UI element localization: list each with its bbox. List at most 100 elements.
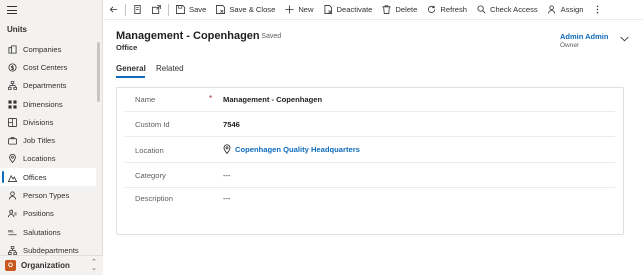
trash-icon	[382, 5, 391, 14]
person-types-icon	[8, 191, 17, 200]
sidebar-item-label: Dimensions	[23, 99, 63, 109]
active-tab-indicator	[116, 76, 145, 78]
owner-label: Owner	[560, 42, 580, 49]
sidebar-item-label: Salutations	[23, 227, 61, 237]
description-input[interactable]: ---	[223, 194, 231, 203]
location-lookup-link[interactable]: Copenhagen Quality Headquarters	[223, 144, 360, 154]
svg-text:Mr.: Mr.	[8, 228, 14, 233]
category-field: Category ---	[125, 164, 615, 188]
required-asterisk: *	[209, 94, 213, 103]
save-close-icon	[216, 5, 226, 14]
deactivate-icon	[324, 5, 332, 14]
save-label: Save	[189, 5, 207, 14]
job-titles-icon	[8, 136, 17, 145]
sidebar-item-label: Locations	[23, 154, 56, 164]
sidebar-item-label: Departments	[23, 81, 67, 91]
name-field: Name * Management - Copenhagen	[125, 88, 615, 112]
dimensions-icon	[8, 99, 17, 109]
record-title: Management - Copenhagen	[116, 30, 260, 42]
delete-label: Delete	[395, 5, 418, 14]
sidebar-item-job-titles[interactable]: Job Titles	[0, 131, 96, 149]
sidebar-nav: Companies Cost Centers Departments Dimen…	[0, 40, 96, 260]
tab-general[interactable]: General	[116, 64, 146, 73]
divisions-icon	[8, 117, 17, 127]
sidebar-item-label: Cost Centers	[23, 62, 68, 72]
save-close-button[interactable]: Save & Close	[211, 0, 280, 20]
field-label: Description	[135, 194, 173, 203]
more-vertical-icon	[597, 5, 599, 14]
open-new-window-button[interactable]	[147, 0, 166, 20]
sidebar-item-label: Divisions	[23, 117, 54, 127]
record-save-status: - Saved	[257, 33, 282, 40]
sidebar-item-label: Subdepartments	[23, 245, 79, 255]
sidebar-item-cost-centers[interactable]: Cost Centers	[0, 58, 96, 76]
divider	[125, 3, 126, 16]
field-label: Location	[135, 146, 164, 155]
command-bar: Save Save & Close New Deactivate Delete …	[104, 0, 643, 20]
sidebar-item-locations[interactable]: Locations	[0, 150, 96, 168]
chevron-down-icon[interactable]	[620, 36, 629, 42]
owner-link[interactable]: Admin Admin	[560, 32, 608, 41]
sidebar-item-salutations[interactable]: Mr. Salutations	[0, 223, 96, 241]
refresh-button[interactable]: Refresh	[422, 0, 472, 20]
sidebar-item-companies[interactable]: Companies	[0, 40, 96, 58]
sidebar-item-dimensions[interactable]: Dimensions	[0, 95, 96, 113]
field-label: Name	[135, 95, 156, 104]
sidebar-item-label: Person Types	[23, 191, 70, 201]
save-button[interactable]: Save	[171, 0, 211, 20]
positions-icon	[8, 209, 17, 218]
arrow-left-icon	[109, 6, 118, 13]
delete-button[interactable]: Delete	[377, 0, 422, 20]
area-label: Organization	[21, 261, 70, 270]
category-input[interactable]: ---	[223, 171, 231, 180]
check-access-icon	[477, 5, 486, 14]
sidebar-item-divisions[interactable]: Divisions	[0, 113, 96, 131]
back-button[interactable]	[104, 0, 123, 20]
hamburger-menu-icon[interactable]	[7, 6, 17, 14]
location-value: Copenhagen Quality Headquarters	[235, 144, 360, 154]
sidebar-scrollbar[interactable]	[97, 42, 100, 102]
sidebar-item-label: Offices	[23, 172, 47, 182]
tab-related[interactable]: Related	[156, 64, 184, 73]
assign-icon	[547, 5, 555, 14]
subdepartments-icon	[8, 245, 17, 255]
general-form-section: Name * Management - Copenhagen Custom Id…	[116, 87, 624, 235]
sidebar-item-positions[interactable]: Positions	[0, 205, 96, 223]
custom-id-field: Custom Id 7546	[125, 113, 615, 137]
deactivate-button[interactable]: Deactivate	[319, 0, 378, 20]
refresh-label: Refresh	[440, 5, 467, 14]
more-commands-button[interactable]	[588, 0, 607, 20]
record-entity-name: Office	[116, 43, 138, 52]
field-label: Custom Id	[135, 120, 170, 129]
save-icon	[176, 5, 185, 14]
new-button[interactable]: New	[280, 0, 318, 20]
field-label: Category	[135, 171, 166, 180]
sidebar-item-label: Job Titles	[23, 136, 56, 146]
sidebar-group-title: Units	[7, 25, 27, 34]
location-field: Location Copenhagen Quality Headquarters	[125, 139, 615, 163]
location-pin-icon	[223, 144, 231, 154]
departments-icon	[8, 81, 17, 91]
name-input[interactable]: Management - Copenhagen	[223, 95, 322, 104]
check-access-button[interactable]: Check Access	[472, 0, 543, 20]
custom-id-input[interactable]: 7546	[223, 120, 240, 129]
cost-centers-icon	[8, 63, 17, 72]
description-field: Description ---	[125, 187, 615, 211]
offices-icon	[8, 173, 17, 182]
companies-icon	[8, 45, 17, 54]
chevron-up-down-icon: ⌃ ⌄	[91, 259, 97, 272]
area-switcher[interactable]: O Organization ⌃ ⌄	[0, 255, 103, 275]
pop-out-icon	[152, 5, 161, 14]
sidebar-item-offices[interactable]: Offices	[0, 168, 96, 187]
form-view-button[interactable]	[128, 0, 147, 20]
document-icon	[134, 5, 141, 14]
assign-label: Assign	[560, 5, 584, 14]
assign-button[interactable]: Assign	[543, 0, 589, 20]
sidebar-item-departments[interactable]: Departments	[0, 77, 96, 95]
sidebar-item-person-types[interactable]: Person Types	[0, 186, 96, 204]
deactivate-label: Deactivate	[336, 5, 373, 14]
area-badge: O	[5, 260, 16, 271]
refresh-icon	[428, 5, 436, 13]
divider	[168, 3, 169, 16]
sidebar: Units Companies Cost Centers Departments…	[0, 0, 103, 275]
